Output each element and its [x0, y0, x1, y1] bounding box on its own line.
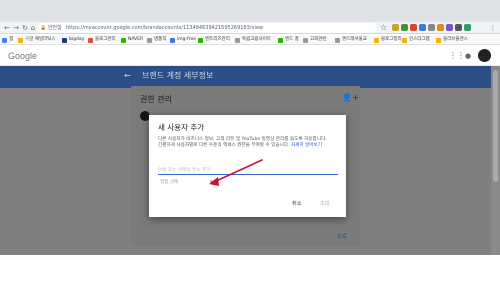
- dialog-description: 다른 사용자가 비즈니스 정보, 고객 리뷰 및 YouTube 동영상 관리를…: [158, 137, 338, 150]
- extension-icon[interactable]: [464, 24, 471, 31]
- bookmark-item[interactable]: 고화관련: [310, 36, 327, 44]
- url-text[interactable]: https://myaccount.google.com/brandaccoun…: [66, 24, 263, 32]
- home-icon[interactable]: ⌂: [29, 24, 37, 32]
- bookmark-icon: [374, 38, 379, 43]
- notifications-icon[interactable]: ●: [465, 51, 471, 61]
- secure-label: 안전함: [47, 25, 62, 31]
- screenshot: ← → ↻ ⌂ 🔒 안전함 https://myaccount.google.c…: [0, 0, 500, 281]
- cancel-button[interactable]: 취소: [292, 200, 302, 208]
- bookmark-item[interactable]: NAVER: [128, 36, 143, 44]
- back-arrow-icon[interactable]: ←: [124, 70, 131, 82]
- bookmark-icon: [62, 38, 67, 43]
- bookmark-icon: [121, 38, 126, 43]
- bookmark-item[interactable]: 블로그정리: [381, 36, 402, 44]
- extension-icon[interactable]: [455, 24, 462, 31]
- scrollbar-thumb[interactable]: [493, 70, 498, 182]
- bookmark-item[interactable]: 앱: [9, 36, 13, 44]
- extension-icon[interactable]: [428, 24, 435, 31]
- bookmark-icon: [88, 38, 93, 43]
- bookmark-item[interactable]: 올리브율엔스: [443, 36, 468, 44]
- done-button[interactable]: 완료: [337, 233, 347, 241]
- extension-icon[interactable]: [401, 24, 408, 31]
- secure-indicator[interactable]: 🔒 안전함: [40, 24, 62, 32]
- bookmark-item[interactable]: 구글 애널리틱스: [25, 36, 55, 44]
- google-app-bar: [0, 46, 500, 66]
- caret-down-icon[interactable]: ▾: [210, 179, 213, 186]
- bookmark-icon: [18, 38, 23, 43]
- extension-icon[interactable]: [392, 24, 399, 31]
- extension-icon[interactable]: [410, 24, 417, 31]
- bookmark-item[interactable]: 엔드레서울교: [342, 36, 367, 44]
- bookmark-item[interactable]: 블로그관리: [95, 36, 116, 44]
- role-select-label[interactable]: 역할 선택: [160, 179, 178, 186]
- add-user-icon[interactable]: 👤+: [342, 93, 359, 103]
- bookmark-item[interactable]: 엔드 홈: [285, 36, 299, 44]
- google-logo[interactable]: Google: [8, 50, 37, 62]
- apps-icon: [2, 38, 7, 43]
- bookmark-item[interactable]: 명품직: [154, 36, 166, 44]
- bookmark-icon: [170, 38, 175, 43]
- bookmark-item[interactable]: img-free: [177, 36, 196, 44]
- bookmark-star-icon[interactable]: ☆: [380, 23, 387, 33]
- account-avatar[interactable]: [478, 49, 491, 62]
- browser-tabstrip: [0, 0, 500, 22]
- bookmark-icon: [303, 38, 308, 43]
- permissions-title: 권한 관리: [140, 95, 172, 104]
- forward-nav-icon[interactable]: →: [12, 24, 20, 32]
- email-field[interactable]: [158, 166, 338, 175]
- bookmark-icon: [402, 38, 407, 43]
- bookmark-icon: [235, 38, 240, 43]
- page-title: 브랜드 계정 세부정보: [142, 71, 214, 80]
- extension-icon[interactable]: [437, 24, 444, 31]
- invite-button[interactable]: 초대: [320, 200, 330, 208]
- extension-icon[interactable]: [446, 24, 453, 31]
- bookmark-item[interactable]: 인스타그램: [409, 36, 430, 44]
- bookmark-icon: [436, 38, 441, 43]
- page-footer: [0, 255, 500, 281]
- apps-grid-icon[interactable]: ⋮⋮: [449, 51, 465, 61]
- bookmark-icon: [335, 38, 340, 43]
- bookmark-icon: [147, 38, 152, 43]
- bookmark-item[interactable]: 엔트리즈관리: [205, 36, 230, 44]
- learn-more-link[interactable]: 자세히 알아보기: [291, 143, 322, 148]
- dialog-title: 새 사용자 추가: [158, 123, 205, 132]
- bookmark-icon: [278, 38, 283, 43]
- reload-icon[interactable]: ↻: [21, 24, 29, 32]
- bookmark-item[interactable]: 독립고립사이트: [242, 36, 271, 44]
- page-header: [0, 66, 500, 88]
- menu-kebab-icon[interactable]: ⋮: [489, 24, 497, 32]
- bookmark-item[interactable]: bigday: [69, 36, 84, 44]
- extension-icon[interactable]: [419, 24, 426, 31]
- back-nav-icon[interactable]: ←: [3, 24, 11, 32]
- bookmark-icon: [198, 38, 203, 43]
